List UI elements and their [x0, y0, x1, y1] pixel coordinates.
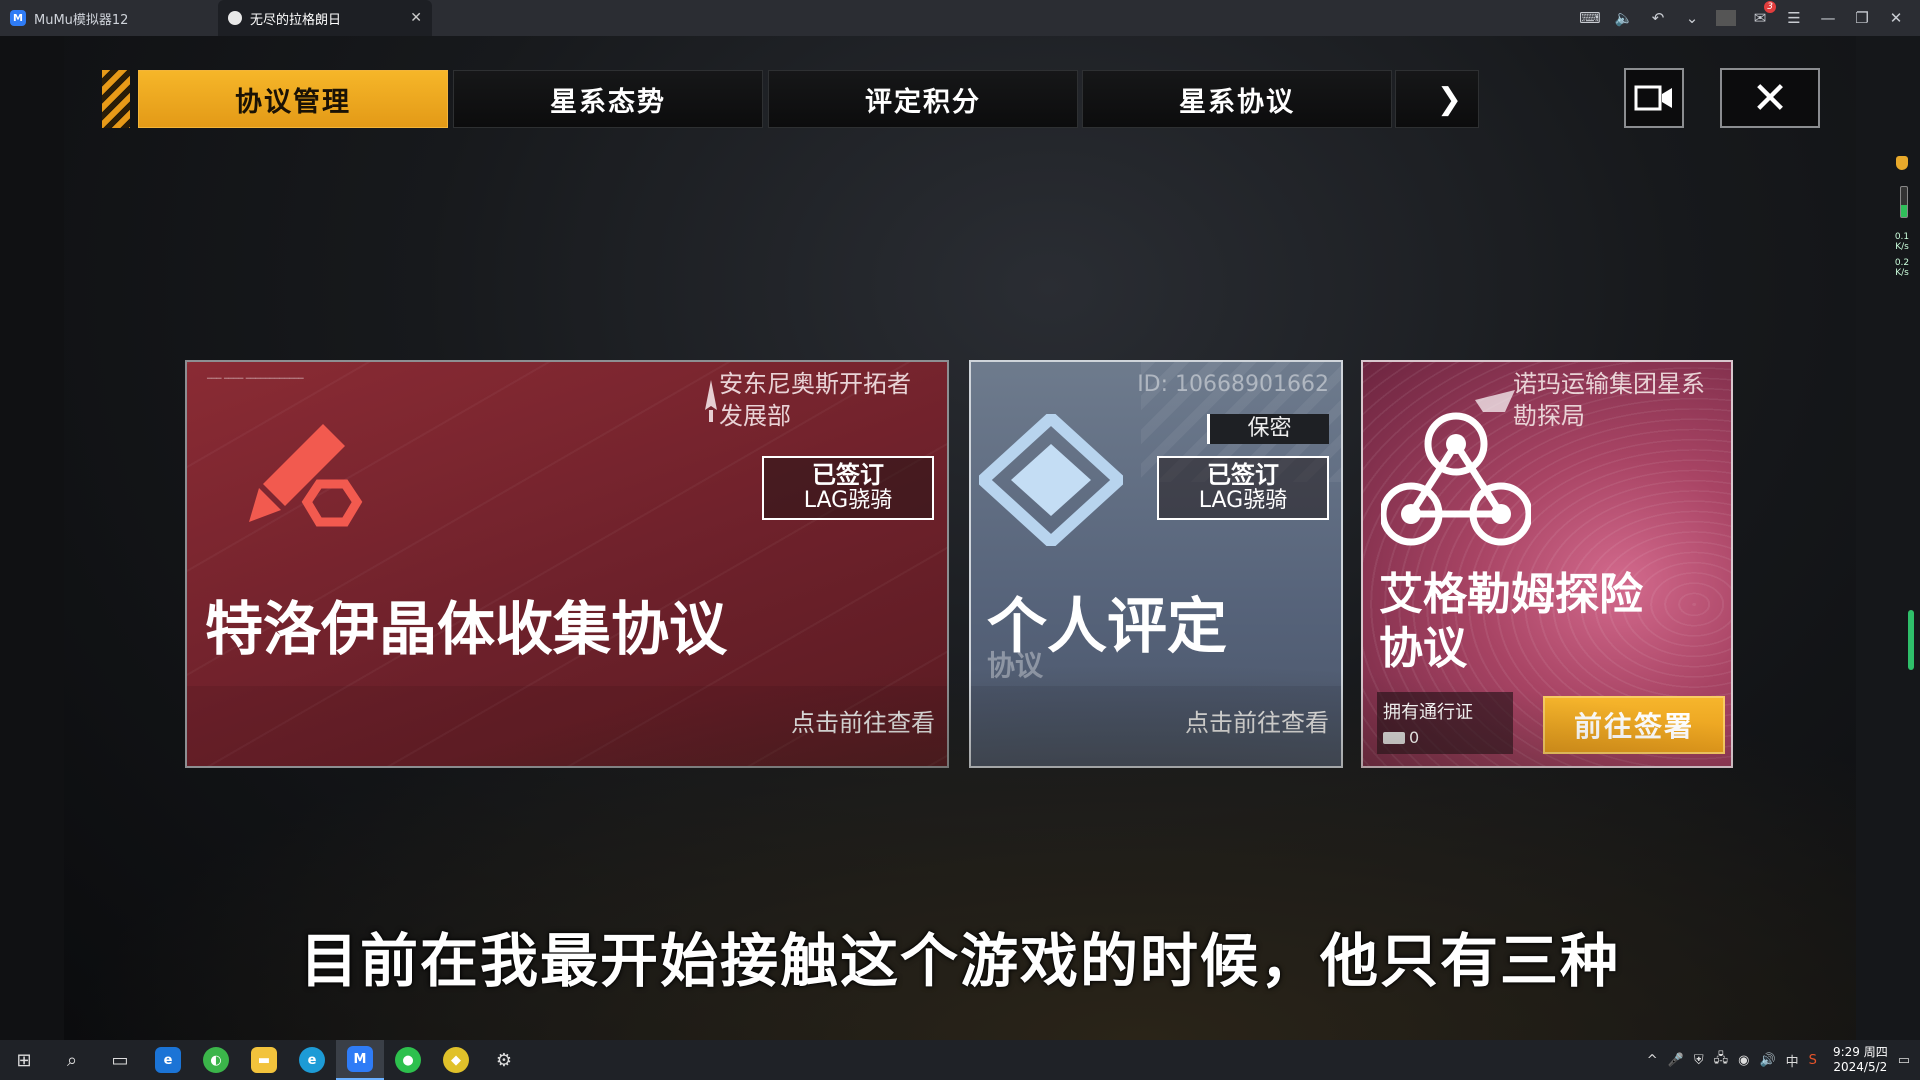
chevron-up-icon[interactable]: ^ [1647, 1053, 1658, 1068]
volume-icon[interactable]: 🔈 [1614, 9, 1634, 27]
system-tray: ^ 🎤 ⛨ 🖧 ◉ 🔊 中 S 9:29 周四 2024/5/2 ▭ [1647, 1045, 1920, 1075]
shield-icon [1896, 156, 1908, 170]
file-explorer-icon[interactable]: ▬ [240, 1040, 288, 1080]
card-org: 诺玛运输集团星系勘探局 [1513, 370, 1705, 430]
tab-mumu-home[interactable]: M MuMu模拟器12 [0, 0, 218, 36]
game-app-icon [228, 11, 242, 25]
wechat-tray-icon[interactable]: ◉ [1738, 1053, 1749, 1068]
home-tab-label: MuMu模拟器12 [34, 12, 129, 28]
tab-galaxy-protocol[interactable]: 星系协议 [1082, 70, 1392, 128]
upload-unit: K/s [1895, 242, 1909, 252]
card-personal-rating[interactable]: ID: 10668901662 保密 已签订 LAG骁骑 个人评定 协议 点击前… [969, 360, 1343, 768]
start-icon[interactable]: ⊞ [0, 1040, 48, 1080]
pass-info: 拥有通行证 0 [1377, 692, 1513, 754]
game-controller-icon[interactable]: ⚙ [480, 1040, 528, 1080]
pass-ticket-icon [1383, 731, 1405, 744]
tab-protocol-management[interactable]: 协议管理 [138, 70, 448, 128]
wechat-icon[interactable]: ● [384, 1040, 432, 1080]
signed-badge: 已签订 LAG骁骑 [762, 456, 934, 520]
notification-center-icon[interactable]: ▭ [1898, 1053, 1910, 1068]
diamond-emblem-icon [979, 414, 1123, 546]
microphone-icon[interactable]: 🎤 [1668, 1053, 1684, 1068]
go-sign-button[interactable]: 前往签署 [1543, 696, 1725, 754]
edge-browser-icon[interactable]: e [288, 1040, 336, 1080]
task-view-icon[interactable]: ▭ [96, 1040, 144, 1080]
tab-game[interactable]: 无尽的拉格朗日 ✕ [218, 0, 432, 36]
card-title: 艾格勒姆探险协议 [1379, 569, 1643, 674]
chevron-down-icon[interactable]: ⌄ [1682, 9, 1702, 27]
download-value: 0.2 [1894, 258, 1910, 268]
divider [1716, 10, 1736, 26]
mail-icon[interactable]: ✉ 3 [1750, 1, 1776, 27]
signed-by: LAG骁骑 [803, 488, 893, 513]
close-window-icon[interactable]: ✕ [1886, 9, 1906, 27]
signed-label: 已签订 [812, 461, 884, 489]
game-tab-label: 无尽的拉格朗日 [250, 12, 342, 28]
secret-tag: 保密 [1207, 414, 1329, 444]
menu-icon[interactable]: ☰ [1784, 9, 1804, 27]
pass-count: 0 [1409, 728, 1420, 747]
view-link[interactable]: 点击前往查看 [1185, 703, 1329, 738]
close-tab-icon[interactable]: ✕ [410, 10, 422, 26]
side-scrollbar[interactable] [1908, 610, 1914, 670]
minimize-icon[interactable]: — [1818, 9, 1838, 27]
mumu-logo-icon: M [10, 10, 26, 26]
close-button[interactable]: ✕ [1720, 68, 1820, 128]
emulator-controls: ⌨ 🔈 ↶ ⌄ ✉ 3 ☰ — ❐ ✕ [1579, 1, 1920, 27]
speaker-icon[interactable]: 🔊 [1759, 1053, 1775, 1068]
pass-count-row: 0 [1383, 728, 1507, 747]
tab-rating-points[interactable]: 评定积分 [768, 70, 1078, 128]
signed-label: 已签订 [1207, 461, 1279, 489]
card-title: 特洛伊晶体收集协议 [205, 595, 728, 663]
signed-badge: 已签订 LAG骁骑 [1157, 456, 1329, 520]
back-icon[interactable]: ↶ [1648, 9, 1668, 27]
card-subtitle: 协议 [987, 649, 1044, 682]
mumu-taskbar-icon[interactable]: M [336, 1040, 384, 1080]
search-icon[interactable]: ⌕ [48, 1040, 96, 1080]
network-nodes-icon [1381, 412, 1531, 546]
network-icon[interactable]: 🖧 [1714, 1049, 1729, 1071]
clock-date: 2024/5/2 [1833, 1060, 1888, 1074]
sogou-icon[interactable]: S [1809, 1053, 1817, 1068]
clock[interactable]: 9:29 周四 2024/5/2 [1833, 1045, 1888, 1075]
upload-value: 0.1 [1894, 232, 1910, 242]
clock-time: 9:29 周四 [1832, 1045, 1888, 1059]
security-shield-icon[interactable]: ⛨ [1694, 1053, 1704, 1068]
ime-indicator[interactable]: 中 [1786, 1051, 1799, 1070]
left-gutter [0, 36, 64, 1040]
notification-badge: 3 [1764, 1, 1776, 13]
nav-stripe-decoration [102, 70, 130, 128]
signed-by: LAG骁骑 [1198, 488, 1288, 513]
view-link[interactable]: 点击前往查看 [791, 703, 935, 738]
card-crystal-protocol[interactable]: ━━━ ━━━━ ━━━━━━━━━━━━ 安东尼奥斯开拓者发展部 已签订 LA… [185, 360, 949, 768]
maximize-icon[interactable]: ❐ [1852, 9, 1872, 27]
ie-browser-icon[interactable]: e [144, 1040, 192, 1080]
card-expedition-protocol[interactable]: 诺玛运输集团星系勘探局 艾格勒姆探险协议 拥有通行证 0 前往签署 [1361, 360, 1733, 768]
game-screen: 协议管理 星系态势 评定积分 星系协议 ❯ ✕ ━━━ ━━━━ ━━━━━━━… [64, 36, 1856, 1040]
video-subtitle: 目前在我最开始接触这个游戏的时候，他只有三种 [299, 927, 1620, 995]
windows-taskbar: ⊞ ⌕ ▭ e ◐ ▬ e M ● ◆ ⚙ ^ 🎤 ⛨ 🖧 ◉ 🔊 中 S 9:… [0, 1040, 1920, 1080]
wing-logo-icon [1475, 390, 1515, 412]
right-gutter [1856, 36, 1920, 1040]
tab-galaxy-situation[interactable]: 星系态势 [453, 70, 763, 128]
pass-label: 拥有通行证 [1383, 702, 1473, 723]
pen-crystal-icon [249, 424, 363, 527]
download-unit: K/s [1895, 268, 1909, 278]
battery-icon [1900, 186, 1908, 218]
card-microtext-decoration: ━━━ ━━━━ ━━━━━━━━━━━━ [207, 374, 304, 383]
media-player-icon[interactable]: ◆ [432, 1040, 480, 1080]
video-camera-icon [1634, 85, 1672, 111]
emulator-titlebar: M MuMu模拟器12 无尽的拉格朗日 ✕ ⌨ 🔈 ↶ ⌄ ✉ 3 ☰ — ❐ ✕ [0, 0, 1920, 36]
chevron-right-icon[interactable]: ❯ [1395, 70, 1479, 128]
upload-speed: 0.1 K/s [1890, 232, 1914, 252]
player-id: ID: 10668901662 [1137, 372, 1329, 397]
browser-360-icon[interactable]: ◐ [192, 1040, 240, 1080]
card-org: 安东尼奥斯开拓者发展部 [719, 370, 911, 430]
keyboard-icon[interactable]: ⌨ [1579, 9, 1601, 27]
record-button[interactable] [1624, 68, 1684, 128]
download-speed: 0.2 K/s [1890, 258, 1914, 278]
